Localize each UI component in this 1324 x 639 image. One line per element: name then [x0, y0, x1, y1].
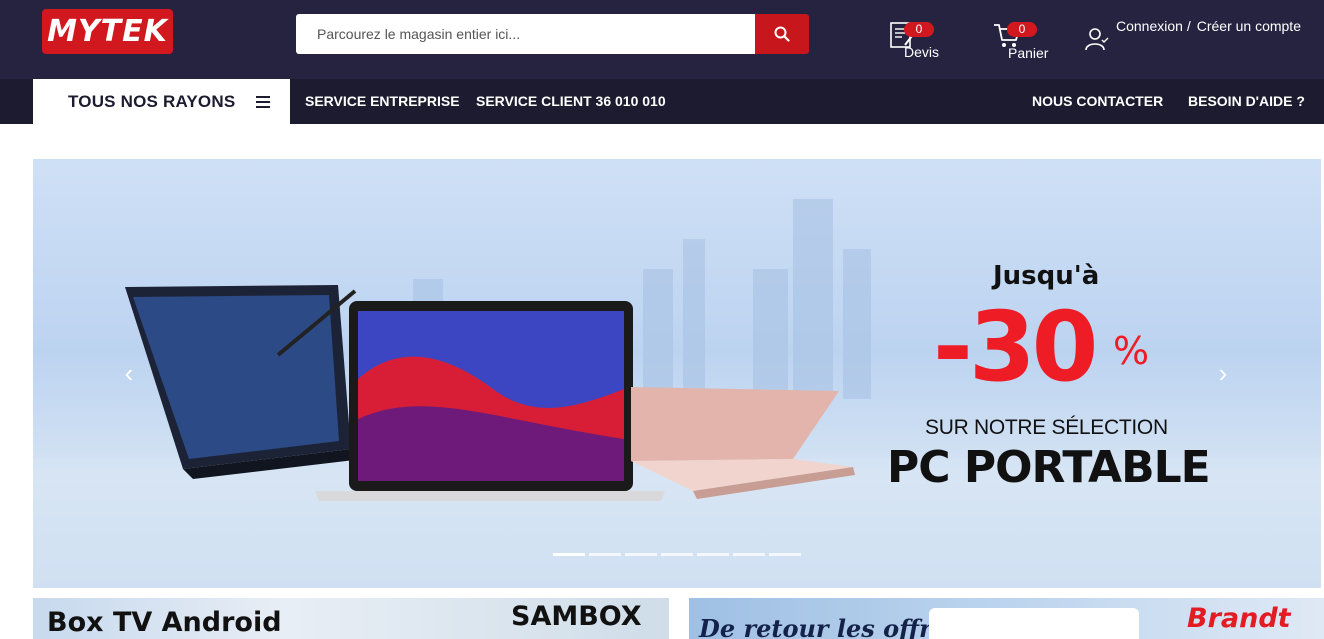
banner-brandt[interactable]: De retour les offres! Brandt: [689, 598, 1324, 639]
search-button[interactable]: [755, 14, 809, 54]
promo-headline: PC PORTABLE: [887, 442, 1211, 493]
user-icon: [1085, 28, 1109, 51]
all-departments-label: TOUS NOS RAYONS: [68, 91, 236, 111]
slider-pagination: [553, 553, 801, 556]
nav-help[interactable]: BESOIN D'AIDE ?: [1188, 79, 1305, 124]
banner-box-tv[interactable]: Box TV Android SAMBOX: [33, 598, 669, 639]
register-link[interactable]: Créer un compte: [1197, 18, 1301, 52]
promo-discount: -30: [933, 291, 1098, 403]
all-departments-button[interactable]: TOUS NOS RAYONS: [33, 79, 290, 124]
nav-service-entreprise[interactable]: SERVICE ENTREPRISE: [305, 79, 460, 124]
slider-dot[interactable]: [625, 553, 657, 556]
promo-subtitle: SUR NOTRE SÉLECTION: [925, 416, 1168, 439]
slider-dot[interactable]: [553, 553, 585, 556]
banner-sambox-brand: SAMBOX: [511, 601, 642, 632]
logo-text: MYTEK: [47, 14, 168, 49]
hamburger-menu-icon: [256, 95, 271, 108]
account-links: Connexion / Créer un compte: [1084, 18, 1301, 52]
top-header: MYTEK 0 Devis 0 Panier: [0, 0, 1324, 79]
slider-dot[interactable]: [589, 553, 621, 556]
hero-laptops-image: [33, 199, 1321, 588]
promo-percent-sign: %: [1113, 329, 1150, 373]
promo-line-jusqua: Jusqu'à: [993, 261, 1100, 291]
nav-contact[interactable]: NOUS CONTACTER: [1032, 79, 1163, 124]
slider-dot[interactable]: [733, 553, 765, 556]
slider-dot[interactable]: [769, 553, 801, 556]
search-input[interactable]: [296, 14, 755, 54]
main-nav: TOUS NOS RAYONS SERVICE ENTREPRISE SERVI…: [0, 79, 1324, 124]
banner-brandt-logo: Brandt: [1187, 603, 1291, 634]
slider-dot[interactable]: [661, 553, 693, 556]
nav-service-client[interactable]: SERVICE CLIENT 36 010 010: [476, 79, 666, 124]
slider-prev-arrow[interactable]: ‹: [119, 359, 139, 387]
cart-count-badge: 0: [1007, 22, 1037, 37]
devis-link[interactable]: 0 Devis: [866, 20, 939, 60]
search-icon: [774, 26, 790, 42]
devis-count-badge: 0: [904, 22, 934, 37]
cart-link[interactable]: 0 Panier: [966, 20, 1048, 61]
devis-label: Devis: [904, 44, 940, 60]
site-logo[interactable]: MYTEK: [42, 9, 173, 54]
search-bar: [296, 14, 809, 54]
slider-next-arrow[interactable]: ›: [1213, 359, 1233, 387]
banner-box-tv-title: Box TV Android: [47, 607, 282, 638]
slider-dot[interactable]: [697, 553, 729, 556]
banner-product-card: [929, 608, 1139, 639]
cart-label: Panier: [1008, 45, 1049, 61]
login-link[interactable]: Connexion /: [1116, 18, 1191, 52]
hero-slider[interactable]: ‹ › Jusqu'à -30 % SUR NOTRE SÉLECTION PC…: [33, 159, 1321, 588]
